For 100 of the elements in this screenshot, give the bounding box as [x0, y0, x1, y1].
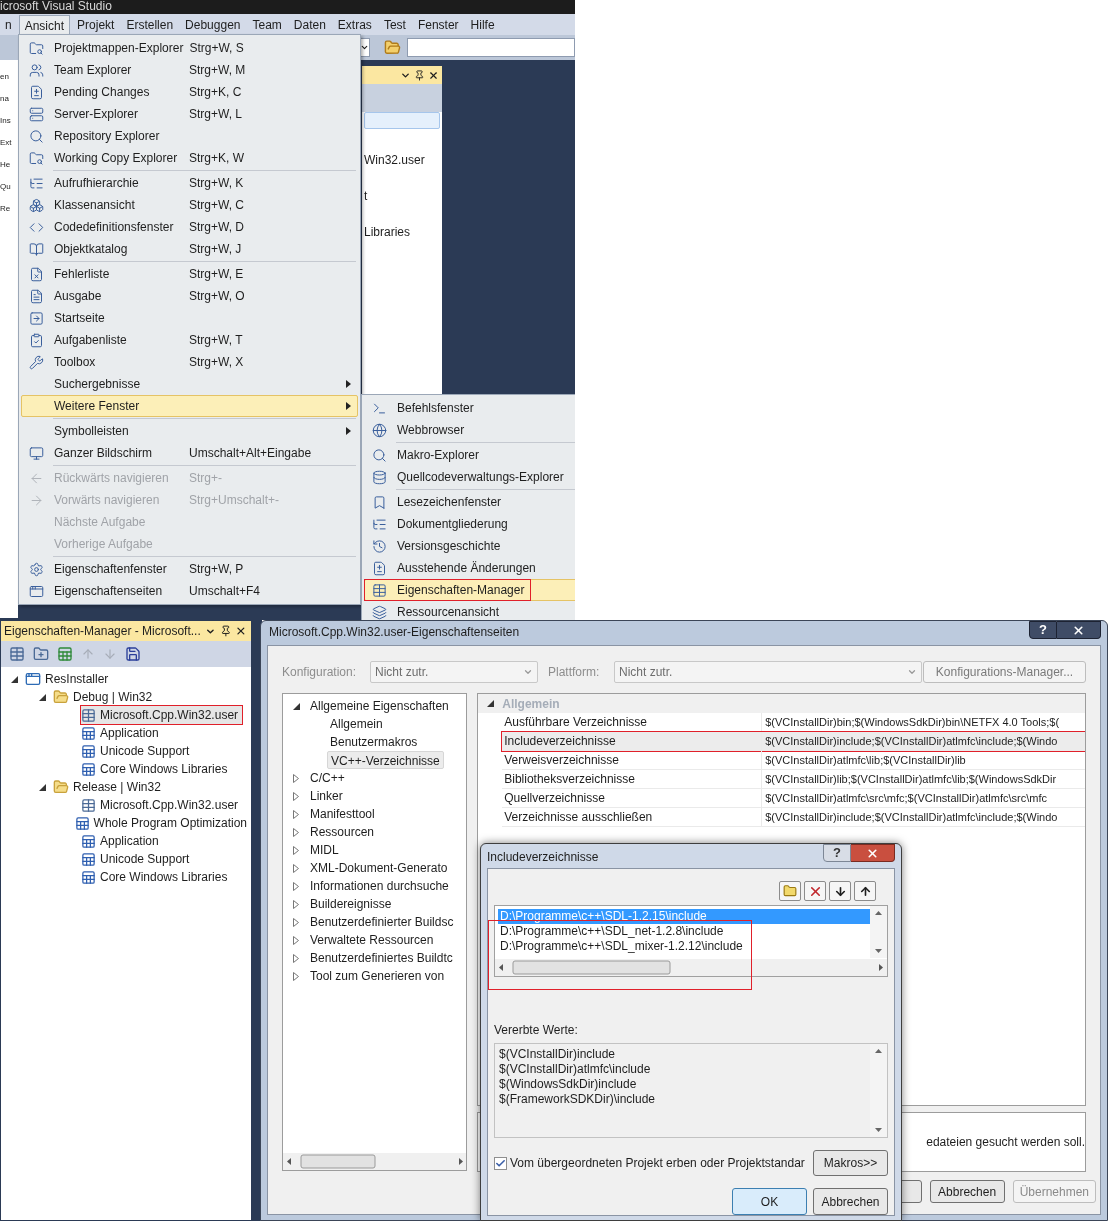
close-icon[interactable]: [235, 625, 247, 637]
delete-button[interactable]: [804, 881, 826, 901]
close-button[interactable]: [1057, 621, 1101, 639]
menu-bar-item[interactable]: Debuggen: [180, 15, 246, 35]
tree-item[interactable]: Application: [81, 724, 163, 742]
tree-item[interactable]: Unicode Support: [81, 850, 194, 868]
property-row[interactable]: Quellverzeichnisse $(VCInstallDir)atlmfc\src\mfc;$(VCInstallDir)atlmfc\src\mfc: [502, 789, 1085, 808]
menu-item[interactable]: Projektmappen-Explorer Strg+W, S: [21, 37, 358, 59]
menu-item[interactable]: Eigenschaftenseiten Umschalt+F4: [21, 580, 358, 602]
tree-item[interactable]: Buildereignisse: [307, 895, 395, 913]
new-sheet-icon[interactable]: [33, 646, 49, 662]
tree-item[interactable]: Verwaltete Ressourcen: [307, 931, 437, 949]
tree-item[interactable]: Benutzermakros: [327, 733, 421, 751]
tree-item[interactable]: Application: [81, 832, 163, 850]
expanded-arrow-icon[interactable]: [293, 702, 300, 710]
expanded-arrow-icon[interactable]: [11, 675, 18, 683]
property-row[interactable]: Bibliotheksverzeichnisse $(VCInstallDir)lib;$(VCInstallDir)atlmfc\lib;$(WindowsSdkDir: [502, 770, 1085, 789]
menu-bar-item[interactable]: Daten: [288, 15, 331, 35]
menu-item[interactable]: Versionsgeschichte: [364, 535, 575, 557]
tree-item[interactable]: Whole Program Optimization: [74, 814, 251, 832]
horizontal-scrollbar[interactable]: [283, 1153, 467, 1170]
new-folder-button[interactable]: [779, 881, 801, 901]
menu-item[interactable]: Makro-Explorer: [364, 444, 575, 466]
menu-item[interactable]: Server-Explorer Strg+W, L: [21, 103, 358, 125]
expanded-arrow-icon[interactable]: [39, 783, 46, 791]
folder-icon[interactable]: [384, 39, 401, 56]
menu-bar-item[interactable]: Extras: [332, 15, 377, 35]
add-sheet-icon[interactable]: [57, 646, 73, 662]
dialog-button[interactable]: Abbrechen: [929, 1180, 1005, 1203]
menu-bar-item[interactable]: Fenster: [412, 15, 464, 35]
menu-bar-item[interactable]: n: [0, 15, 17, 35]
tree-item[interactable]: Manifesttool: [307, 805, 378, 823]
collapsed-arrow-icon[interactable]: [293, 917, 299, 927]
save-icon[interactable]: [125, 646, 141, 662]
help-button[interactable]: ?: [823, 844, 851, 862]
menu-item[interactable]: Befehlsfenster: [364, 397, 575, 419]
collapsed-arrow-icon[interactable]: [293, 791, 299, 801]
tree-item[interactable]: XML-Dokument-Generato: [307, 859, 451, 877]
menu-item[interactable]: Repository Explorer: [21, 125, 358, 147]
menu-bar-item[interactable]: Projekt: [72, 15, 120, 35]
tree-item[interactable]: Core Windows Libraries: [81, 760, 232, 778]
search-field[interactable]: [407, 38, 575, 57]
tree-item[interactable]: Linker: [307, 787, 346, 805]
pin-icon[interactable]: [219, 625, 232, 637]
menu-item[interactable]: Symbolleisten: [21, 420, 358, 442]
macros-button[interactable]: Makros>>: [813, 1150, 888, 1176]
menu-item[interactable]: Klassenansicht Strg+W, C: [21, 194, 358, 216]
menu-bar-item[interactable]: Ansicht: [18, 15, 71, 35]
menu-item[interactable]: Team Explorer Strg+W, M: [21, 59, 358, 81]
menu-item[interactable]: Ausstehende Änderungen: [364, 557, 575, 579]
expanded-arrow-icon[interactable]: [39, 693, 46, 701]
menu-item[interactable]: Aufrufhierarchie Strg+W, K: [21, 172, 358, 194]
collapsed-arrow-icon[interactable]: [293, 971, 299, 981]
menu-item[interactable]: Weitere Fenster: [21, 395, 358, 417]
menu-bar-item[interactable]: Team: [247, 15, 287, 35]
menu-item[interactable]: Aufgabenliste Strg+W, T: [21, 329, 358, 351]
checkbox[interactable]: [494, 1156, 507, 1170]
tree-item[interactable]: Allgemein: [327, 715, 386, 733]
horizontal-scrollbar[interactable]: [495, 959, 887, 976]
tree-item[interactable]: Microsoft.Cpp.Win32.user: [81, 706, 243, 724]
close-button[interactable]: [851, 844, 895, 862]
move-down-button[interactable]: [829, 881, 851, 901]
tree-item[interactable]: Benutzerdefiniertes Buildtc: [307, 949, 456, 967]
vertical-scrollbar[interactable]: [870, 906, 887, 958]
dialog-button[interactable]: OK: [732, 1188, 807, 1215]
menu-item[interactable]: Working Copy Explorer Strg+K, W: [21, 147, 358, 169]
menu-item[interactable]: Lesezeichenfenster: [364, 491, 575, 513]
collapsed-arrow-icon[interactable]: [293, 935, 299, 945]
tree-item[interactable]: Allgemeine Eigenschaften: [307, 697, 452, 715]
tree-item[interactable]: C/C++: [307, 769, 348, 787]
collapsed-arrow-icon[interactable]: [293, 899, 299, 909]
list-item[interactable]: D:\Programme\c++\SDL_mixer-1.2.12\include: [498, 939, 870, 954]
tree-item[interactable]: Tool zum Generieren von: [307, 967, 448, 985]
tree-item[interactable]: Unicode Support: [81, 742, 194, 760]
property-row[interactable]: Verzeichnisse ausschließen $(VCInstallDir)include;$(VCInstallDir)atlmfc\include;$(Windo: [502, 808, 1085, 827]
property-row[interactable]: Verweisverzeichnisse $(VCInstallDir)atlmfc\lib;$(VCInstallDir)lib: [502, 751, 1085, 770]
menu-bar-item[interactable]: Erstellen: [121, 15, 179, 35]
tree-item[interactable]: Core Windows Libraries: [81, 868, 232, 886]
help-button[interactable]: ?: [1029, 621, 1057, 639]
collapsed-arrow-icon[interactable]: [293, 863, 299, 873]
menu-item[interactable]: Startseite: [21, 307, 358, 329]
menu-item[interactable]: Pending Changes Strg+K, C: [21, 81, 358, 103]
collapsed-arrow-icon[interactable]: [293, 881, 299, 891]
tree-item[interactable]: Debug | Win32: [53, 688, 157, 706]
menu-item[interactable]: Quellcodeverwaltungs-Explorer: [364, 466, 575, 488]
tree-item[interactable]: ResInstaller: [25, 670, 113, 688]
menu-item[interactable]: Webbrowser: [364, 419, 575, 441]
menu-item[interactable]: Toolbox Strg+W, X: [21, 351, 358, 373]
menu-item[interactable]: Ganzer Bildschirm Umschalt+Alt+Eingabe: [21, 442, 358, 464]
sheet-icon[interactable]: [9, 646, 25, 662]
collapsed-arrow-icon[interactable]: [293, 773, 299, 783]
collapsed-arrow-icon[interactable]: [293, 845, 299, 855]
collapsed-arrow-icon[interactable]: [293, 827, 299, 837]
pin-icon[interactable]: [414, 69, 425, 81]
tree-item[interactable]: Release | Win32: [53, 778, 165, 796]
property-row[interactable]: Includeverzeichnisse $(VCInstallDir)include;$(VCInstallDir)atlmfc\include;$(Windo: [502, 732, 1085, 751]
menu-item[interactable]: Ausgabe Strg+W, O: [21, 285, 358, 307]
menu-item[interactable]: Codedefinitionsfenster Strg+W, D: [21, 216, 358, 238]
tree-item[interactable]: Microsoft.Cpp.Win32.user: [81, 796, 243, 814]
move-up-button[interactable]: [854, 881, 876, 901]
